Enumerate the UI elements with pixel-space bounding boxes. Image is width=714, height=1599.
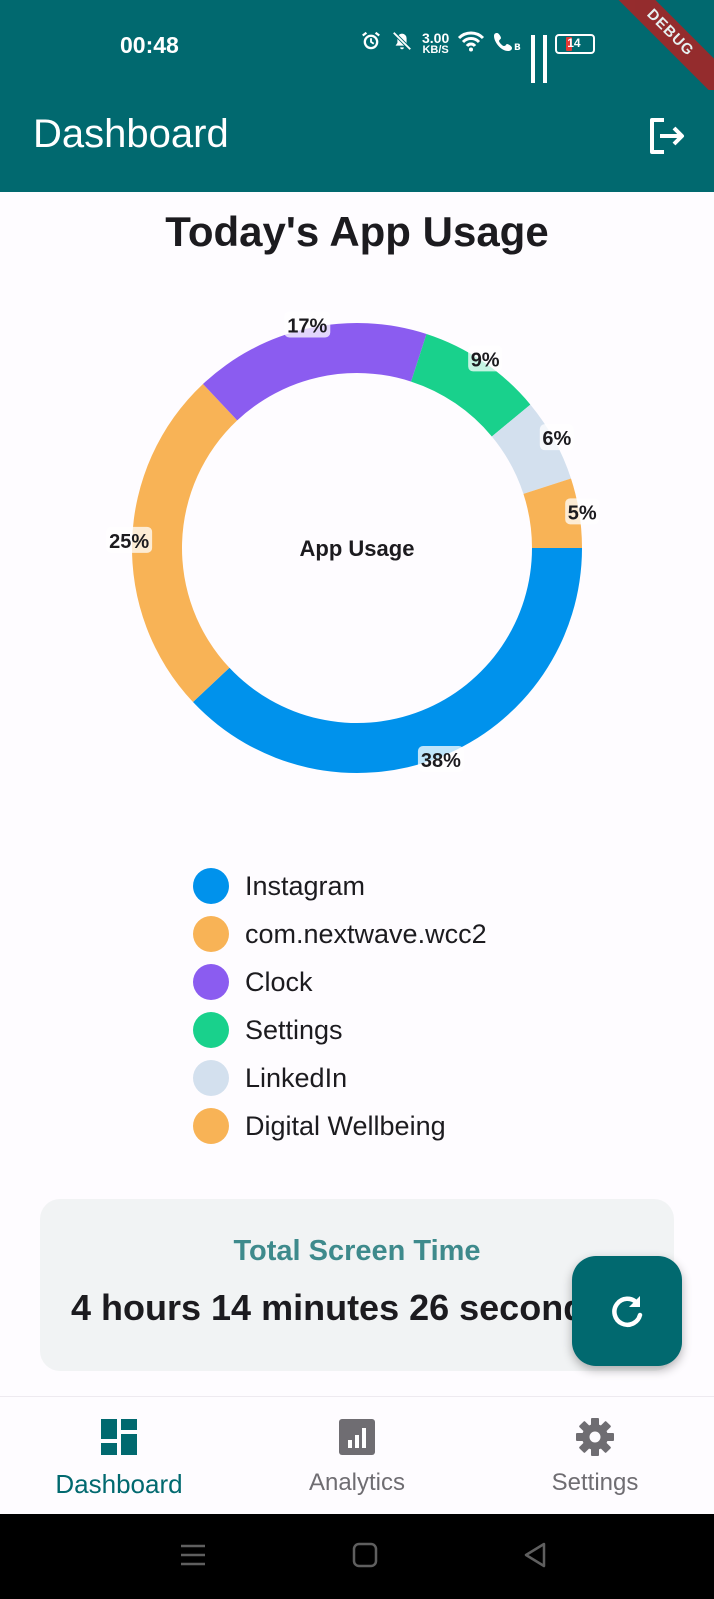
nav-item-analytics[interactable]: Analytics xyxy=(238,1397,476,1515)
alarm-icon xyxy=(360,30,382,57)
debug-banner: DEBUG xyxy=(604,0,714,99)
app-bar: Dashboard xyxy=(0,90,714,192)
legend-dot xyxy=(193,916,229,952)
volte-call-icon: B xyxy=(493,30,523,57)
wifi-icon xyxy=(457,30,485,57)
system-nav-bar xyxy=(0,1514,714,1599)
svg-text:B: B xyxy=(514,43,521,52)
legend-item: Digital Wellbeing xyxy=(193,1102,487,1150)
settings-icon xyxy=(575,1417,615,1457)
chart-center-label: App Usage xyxy=(300,536,415,561)
home-button[interactable] xyxy=(352,1542,378,1573)
menu-icon xyxy=(181,1544,205,1566)
slice-label-text: 6% xyxy=(542,428,571,450)
nav-item-settings[interactable]: Settings xyxy=(476,1397,714,1515)
logout-button[interactable] xyxy=(642,112,690,160)
signal-icon xyxy=(543,34,548,83)
slice-label: 9% xyxy=(468,345,503,372)
nav-label-settings: Settings xyxy=(551,1469,639,1496)
donut-slice-clock xyxy=(202,323,427,421)
battery-icon: 14 xyxy=(555,33,596,54)
legend-item: LinkedIn xyxy=(193,1054,487,1102)
net-speed-value: 3.00 xyxy=(422,30,450,46)
nav-label-dashboard: Dashboard xyxy=(55,1469,183,1499)
slice-label-text: 25% xyxy=(109,531,149,553)
legend-dot xyxy=(193,1108,229,1144)
legend-item: Settings xyxy=(193,1006,487,1054)
recent-apps-button[interactable] xyxy=(180,1542,206,1573)
legend-dot xyxy=(193,868,229,904)
nav-label-analytics: Analytics xyxy=(308,1469,406,1496)
signal-icon xyxy=(531,34,536,83)
page-title: Dashboard xyxy=(33,112,229,156)
donut-slice-instagram xyxy=(192,548,582,774)
slice-label-text: 17% xyxy=(287,315,327,337)
status-icons: 3.00 KB/S B 14 xyxy=(360,30,596,83)
slice-label-text: 38% xyxy=(421,750,461,772)
legend-item: com.nextwave.wcc2 xyxy=(193,910,487,958)
legend-label: Digital Wellbeing xyxy=(245,1110,446,1141)
slice-label: 25% xyxy=(106,526,153,553)
screen-time-value: 4 hours 14 minutes 26 seconds xyxy=(71,1287,606,1328)
nav-item-dashboard[interactable]: Dashboard xyxy=(0,1397,238,1515)
refresh-button[interactable] xyxy=(572,1256,682,1366)
net-speed: 3.00 KB/S xyxy=(422,31,449,56)
mute-icon xyxy=(390,30,414,57)
logout-icon xyxy=(650,118,684,154)
donut-chart: 38% 25% 17% 9% 6% 5% App Usage xyxy=(106,311,600,774)
legend-label: com.nextwave.wcc2 xyxy=(245,918,487,949)
status-bar: 00:48 3.00 KB/S B 14 DEBUG xyxy=(0,0,714,99)
slice-label: 17% xyxy=(284,311,331,338)
slice-label: 38% xyxy=(417,745,464,772)
legend-dot xyxy=(193,1012,229,1048)
home-icon xyxy=(352,1542,378,1568)
analytics-icon xyxy=(337,1417,377,1457)
legend-label: LinkedIn xyxy=(245,1062,348,1093)
bottom-nav: Dashboard Analytics Settings xyxy=(0,1396,714,1514)
section-title: Today's App Usage xyxy=(165,208,549,255)
chart-legend: Instagram com.nextwave.wcc2 Clock Settin… xyxy=(193,862,487,1150)
legend-dot xyxy=(193,1060,229,1096)
legend-item: Instagram xyxy=(193,862,487,910)
net-speed-unit: KB/S xyxy=(422,44,449,56)
status-time: 00:48 xyxy=(120,32,179,58)
slice-label-text: 9% xyxy=(471,349,500,371)
slice-label: 5% xyxy=(565,498,600,525)
legend-label: Instagram xyxy=(245,870,366,901)
refresh-icon xyxy=(612,1296,643,1327)
dashboard-icon xyxy=(99,1417,139,1457)
slice-label-text: 5% xyxy=(568,502,597,524)
legend-item: Clock xyxy=(193,958,487,1006)
battery-level: 14 xyxy=(567,35,581,50)
app-usage-chart: 38% 25% 17% 9% 6% 5% App Usage xyxy=(0,290,714,830)
legend-label: Settings xyxy=(245,1014,343,1045)
back-button[interactable] xyxy=(522,1542,548,1573)
back-icon xyxy=(524,1542,546,1568)
legend-label: Clock xyxy=(245,966,313,997)
slice-label: 6% xyxy=(539,424,574,451)
legend-dot xyxy=(193,964,229,1000)
